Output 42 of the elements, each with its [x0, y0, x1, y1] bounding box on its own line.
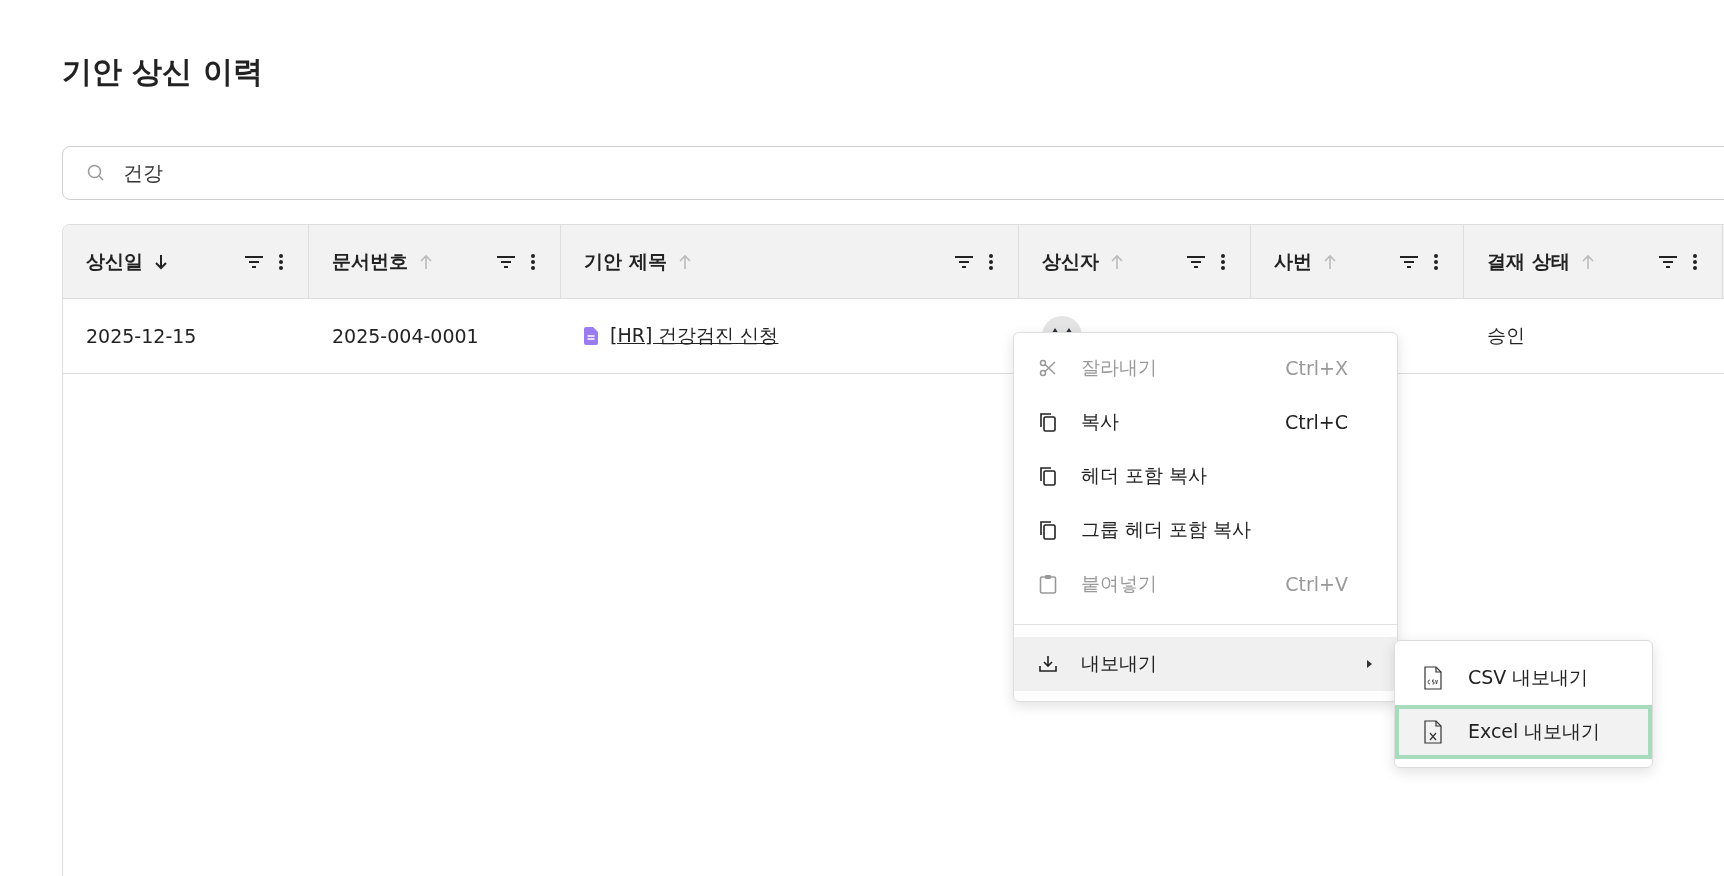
menu-item[interactable]: 헤더 포함 복사 [1014, 449, 1397, 503]
submenu-arrow-icon [1367, 659, 1373, 669]
filter-icon[interactable] [1658, 253, 1678, 270]
more-icon[interactable] [988, 252, 994, 271]
more-icon[interactable] [530, 252, 536, 271]
column-header[interactable]: 기안 제목 [561, 225, 1019, 298]
column-header[interactable]: 문서번호 [309, 225, 561, 298]
more-icon[interactable] [278, 252, 284, 271]
document-icon [584, 327, 598, 345]
table-cell: 2025-12-15 [86, 325, 197, 347]
filter-icon[interactable] [1186, 253, 1206, 270]
filter-icon[interactable] [496, 253, 516, 270]
document-link[interactable]: [HR] 건강검진 신청 [610, 323, 779, 349]
column-header[interactable]: 사번 [1251, 225, 1464, 298]
scissors-icon [1039, 359, 1057, 377]
sort-arrow-icon[interactable] [153, 252, 169, 271]
table-cell-text: 승인 [1487, 323, 1525, 348]
download-icon [1039, 655, 1057, 673]
csv-file-icon [1424, 666, 1442, 690]
more-icon[interactable] [1220, 252, 1226, 271]
table-cell: 2025-004-0001 [332, 325, 479, 347]
excel-file-icon [1424, 720, 1442, 744]
more-icon[interactable] [1433, 252, 1439, 271]
menu-item[interactable]: Excel 내보내기 [1395, 705, 1652, 759]
page-title: 기안 상신 이력 [62, 53, 264, 91]
column-header[interactable]: 결재 상태 [1464, 225, 1723, 298]
copy-icon [1039, 412, 1057, 432]
filter-icon[interactable] [1399, 253, 1419, 270]
search-icon [86, 163, 106, 183]
menu-item[interactable]: 내보내기 [1014, 637, 1397, 691]
menu-item[interactable]: 복사 Ctrl+C [1014, 395, 1397, 449]
filter-icon[interactable] [244, 253, 264, 270]
more-icon[interactable] [1692, 252, 1698, 271]
copy-icon [1039, 520, 1057, 540]
column-header[interactable]: 상신일 [63, 225, 309, 298]
menu-item[interactable]: CSV 내보내기 [1395, 651, 1652, 705]
copy-icon [1039, 466, 1057, 486]
menu-item[interactable]: 그룹 헤더 포함 복사 [1014, 503, 1397, 557]
column-header[interactable]: 상신자 [1019, 225, 1251, 298]
clipboard-icon [1039, 574, 1057, 594]
filter-icon[interactable] [954, 253, 974, 270]
search-field[interactable]: 건강 [62, 146, 1724, 200]
